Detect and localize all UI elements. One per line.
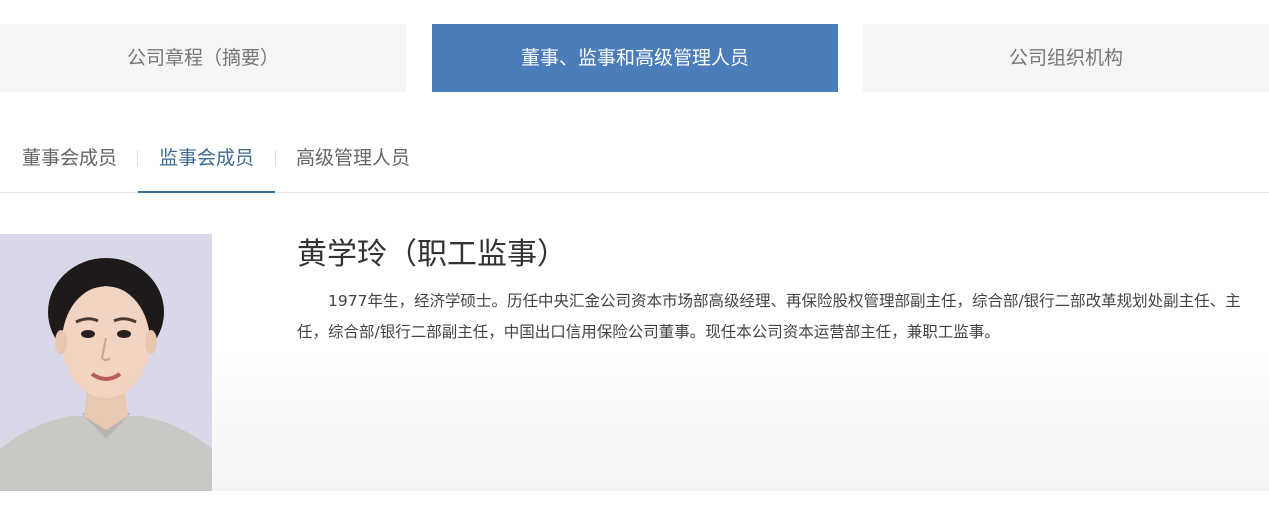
subtab-board-of-supervisors[interactable]: 监事会成员 — [138, 124, 275, 193]
person-biography: 1977年生，经济学硕士。历任中央汇金公司资本市场部高级经理、再保险股权管理部副… — [297, 292, 1241, 341]
page: 公司章程（摘要） 董事、监事和高级管理人员 公司组织机构 董事会成员 监事会成员… — [0, 0, 1269, 512]
tab-company-articles[interactable]: 公司章程（摘要） — [0, 24, 406, 92]
profile-card: 黄学玲（职工监事） 1977年生，经济学硕士。历任中央汇金公司资本市场部高级经理… — [0, 234, 1269, 491]
person-name-title: 黄学玲（职工监事） — [297, 237, 567, 272]
top-tab-bar: 公司章程（摘要） 董事、监事和高级管理人员 公司组织机构 — [0, 24, 1269, 92]
subtab-senior-management[interactable]: 高级管理人员 — [296, 124, 410, 192]
subtab-divider — [275, 150, 276, 166]
profile-photo — [0, 234, 212, 491]
sub-tab-bar: 董事会成员 监事会成员 高级管理人员 — [0, 124, 1269, 193]
subtab-board-of-directors[interactable]: 董事会成员 — [22, 124, 117, 192]
person-portrait-icon — [0, 234, 212, 491]
tab-directors-supervisors-management[interactable]: 董事、监事和高级管理人员 — [432, 24, 838, 92]
tab-organization-structure[interactable]: 公司组织机构 — [863, 24, 1269, 92]
